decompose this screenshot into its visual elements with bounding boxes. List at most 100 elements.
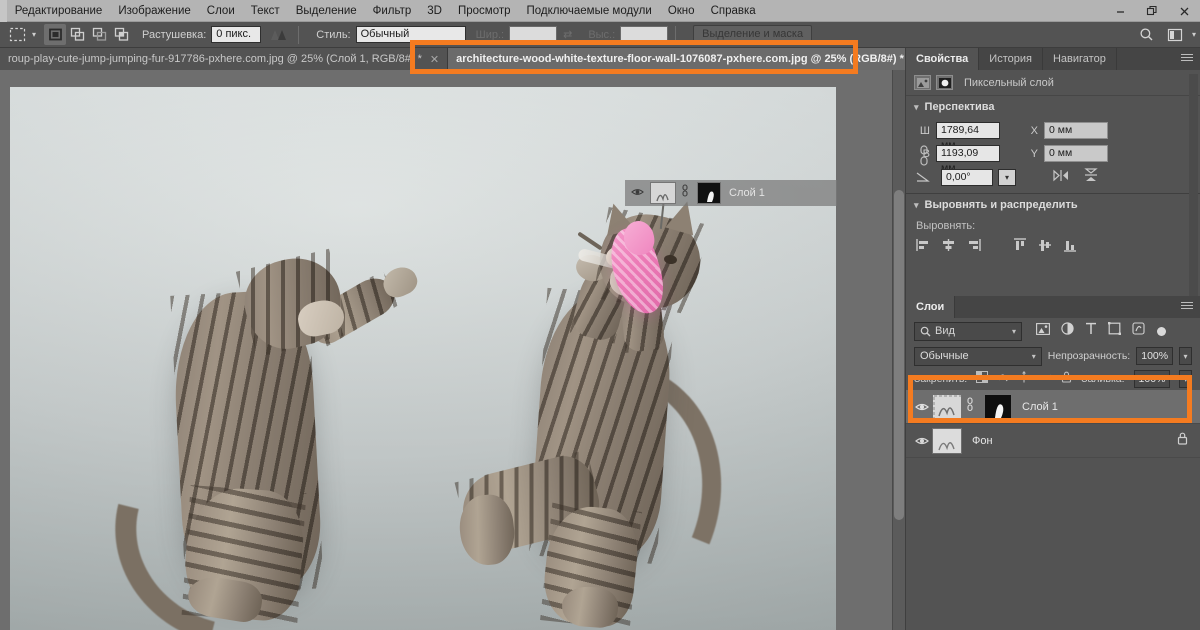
select-and-mask-button[interactable]: Выделение и маска bbox=[693, 25, 813, 44]
canvas-overlay-mask-thumbnail[interactable] bbox=[697, 182, 721, 204]
transform-width-input[interactable]: 1789,64 мм bbox=[936, 122, 1000, 151]
align-horizontal-centers-icon[interactable] bbox=[941, 238, 956, 257]
menu-file-clipped[interactable]: л bbox=[0, 0, 7, 22]
height-input[interactable] bbox=[620, 26, 669, 43]
document-tab-1-close-icon[interactable]: ✕ bbox=[430, 53, 439, 66]
filter-type-icon[interactable] bbox=[1085, 322, 1097, 340]
align-left-edges-icon[interactable] bbox=[916, 238, 931, 257]
angle-chevron-down-icon[interactable]: ▾ bbox=[998, 169, 1016, 186]
layer-2-visibility-icon[interactable] bbox=[912, 436, 932, 446]
menu-image[interactable]: Изображение bbox=[110, 0, 198, 22]
lock-position-icon[interactable] bbox=[1018, 370, 1030, 388]
menu-help[interactable]: Справка bbox=[703, 0, 764, 22]
align-top-edges-icon[interactable] bbox=[1013, 238, 1028, 257]
align-right-edges-icon[interactable] bbox=[966, 238, 981, 257]
tab-navigator[interactable]: Навигатор bbox=[1043, 48, 1117, 70]
constrain-proportions-icon[interactable] bbox=[918, 144, 930, 166]
blend-mode-select[interactable]: Обычные ▾ bbox=[914, 346, 1042, 366]
menu-window[interactable]: Окно bbox=[660, 0, 703, 22]
align-section-title[interactable]: ▾ Выровнять и распределить bbox=[906, 194, 1200, 216]
transform-twirl-icon[interactable]: ▾ bbox=[914, 102, 919, 113]
flip-horizontal-icon[interactable] bbox=[1052, 169, 1070, 187]
filter-pixel-icon[interactable] bbox=[1036, 322, 1050, 340]
tool-preset-chevron-down-icon[interactable]: ▾ bbox=[32, 30, 36, 39]
menu-view[interactable]: Просмотр bbox=[450, 0, 519, 22]
fill-chevron-down-icon[interactable]: ▾ bbox=[1179, 370, 1192, 388]
properties-panel-scrollbar[interactable] bbox=[1189, 74, 1198, 314]
align-twirl-icon[interactable]: ▾ bbox=[914, 200, 919, 211]
transform-height-input[interactable]: 1193,09 мм bbox=[936, 145, 1000, 174]
lock-image-pixels-icon[interactable] bbox=[997, 370, 1009, 388]
search-icon[interactable] bbox=[1134, 24, 1160, 46]
fill-input[interactable]: 100% bbox=[1133, 370, 1171, 388]
layer-1-mask-thumbnail[interactable] bbox=[984, 393, 1012, 420]
layer-row-1[interactable]: Слой 1 bbox=[906, 390, 1200, 424]
canvas-layer-overlay[interactable]: Слой 1 bbox=[625, 180, 837, 206]
document-tab-2[interactable]: architecture-wood-white-texture-floor-wa… bbox=[448, 48, 931, 70]
menu-3d[interactable]: 3D bbox=[419, 0, 450, 22]
intersect-with-selection-button[interactable] bbox=[110, 24, 132, 45]
rectangular-marquee-icon[interactable] bbox=[4, 25, 30, 45]
blend-mode-chevron-down-icon[interactable]: ▾ bbox=[1032, 352, 1036, 361]
new-selection-button[interactable] bbox=[44, 24, 67, 45]
transform-x-input[interactable]: 0 мм bbox=[1044, 122, 1108, 139]
layer-1-visibility-icon[interactable] bbox=[912, 402, 932, 412]
restore-button[interactable] bbox=[1136, 0, 1168, 22]
opacity-input[interactable]: 100% bbox=[1136, 347, 1174, 365]
layer-row-2[interactable]: Фон bbox=[906, 424, 1200, 458]
transform-y-input[interactable]: 0 мм bbox=[1044, 145, 1108, 162]
lock-transparent-pixels-icon[interactable] bbox=[976, 370, 989, 388]
canvas-overlay-layer-thumbnail[interactable] bbox=[650, 182, 676, 204]
layer-filter-toggle[interactable] bbox=[1157, 326, 1166, 336]
tab-properties[interactable]: Свойства bbox=[906, 48, 980, 70]
layers-panel-menu-icon[interactable] bbox=[1181, 302, 1193, 312]
lock-all-icon[interactable] bbox=[1061, 370, 1072, 388]
transform-angle-input[interactable]: 0,00° bbox=[941, 169, 993, 186]
document-tab-1[interactable]: roup-play-cute-jump-jumping-fur-917786-p… bbox=[0, 48, 449, 70]
align-vertical-centers-icon[interactable] bbox=[1038, 238, 1053, 257]
canvas-vertical-scrollbar[interactable] bbox=[892, 70, 905, 630]
tab-layers[interactable]: Слои bbox=[906, 296, 956, 318]
style-select[interactable]: Обычный bbox=[355, 26, 466, 43]
menu-select[interactable]: Выделение bbox=[288, 0, 365, 22]
feather-input[interactable]: 0 пикс. bbox=[211, 26, 262, 43]
canvas-overlay-link-icon[interactable] bbox=[681, 183, 689, 203]
layer-filter-chevron-down-icon[interactable]: ▾ bbox=[1012, 327, 1016, 336]
layer-1-name[interactable]: Слой 1 bbox=[1022, 401, 1058, 413]
menu-edit[interactable]: Редактирование bbox=[7, 0, 111, 22]
layer-1-thumbnail[interactable] bbox=[932, 393, 962, 420]
canvas-overlay-eye-icon[interactable] bbox=[631, 184, 644, 202]
canvas-scroll-thumb[interactable] bbox=[894, 190, 904, 520]
properties-panel-menu-icon[interactable] bbox=[1181, 54, 1193, 64]
layer-2-name[interactable]: Фон bbox=[972, 435, 993, 447]
arrange-chevron-down-icon[interactable]: ▾ bbox=[1192, 30, 1196, 39]
opacity-chevron-down-icon[interactable]: ▾ bbox=[1179, 347, 1192, 365]
minimize-button[interactable] bbox=[1104, 0, 1136, 22]
align-bottom-edges-icon[interactable] bbox=[1063, 238, 1078, 257]
layer-2-lock-icon[interactable] bbox=[1177, 432, 1188, 450]
menu-filter[interactable]: Фильтр bbox=[365, 0, 420, 22]
canvas-area[interactable]: Слой 1 bbox=[0, 70, 905, 630]
add-to-selection-button[interactable] bbox=[66, 24, 88, 45]
anti-alias-icon[interactable] bbox=[265, 25, 291, 45]
swap-dimensions-icon[interactable]: ⇄ bbox=[563, 28, 572, 41]
close-button[interactable] bbox=[1168, 0, 1200, 22]
tab-history[interactable]: История bbox=[979, 48, 1043, 70]
blend-mode-row: Обычные ▾ Непрозрачность: 100% ▾ bbox=[906, 344, 1200, 368]
subtract-from-selection-button[interactable] bbox=[88, 24, 110, 45]
menu-layers[interactable]: Слои bbox=[199, 0, 243, 22]
filter-shape-icon[interactable] bbox=[1108, 322, 1121, 340]
arrange-documents-icon[interactable] bbox=[1162, 24, 1188, 46]
filter-smart-object-icon[interactable] bbox=[1132, 322, 1145, 340]
document-artboard[interactable] bbox=[10, 87, 836, 630]
flip-vertical-icon[interactable] bbox=[1083, 168, 1099, 187]
lock-artboard-nesting-icon[interactable] bbox=[1039, 370, 1052, 388]
layer-filter-select[interactable]: Вид ▾ bbox=[914, 321, 1022, 341]
layer-1-link-icon[interactable] bbox=[966, 396, 975, 417]
filter-adjustment-icon[interactable] bbox=[1061, 322, 1074, 340]
menu-plugins[interactable]: Подключаемые модули bbox=[519, 0, 660, 22]
layer-2-thumbnail[interactable] bbox=[932, 427, 962, 454]
width-input[interactable] bbox=[509, 26, 558, 43]
transform-section-title[interactable]: ▾ Перспектива bbox=[906, 96, 1200, 118]
menu-type[interactable]: Текст bbox=[243, 0, 288, 22]
